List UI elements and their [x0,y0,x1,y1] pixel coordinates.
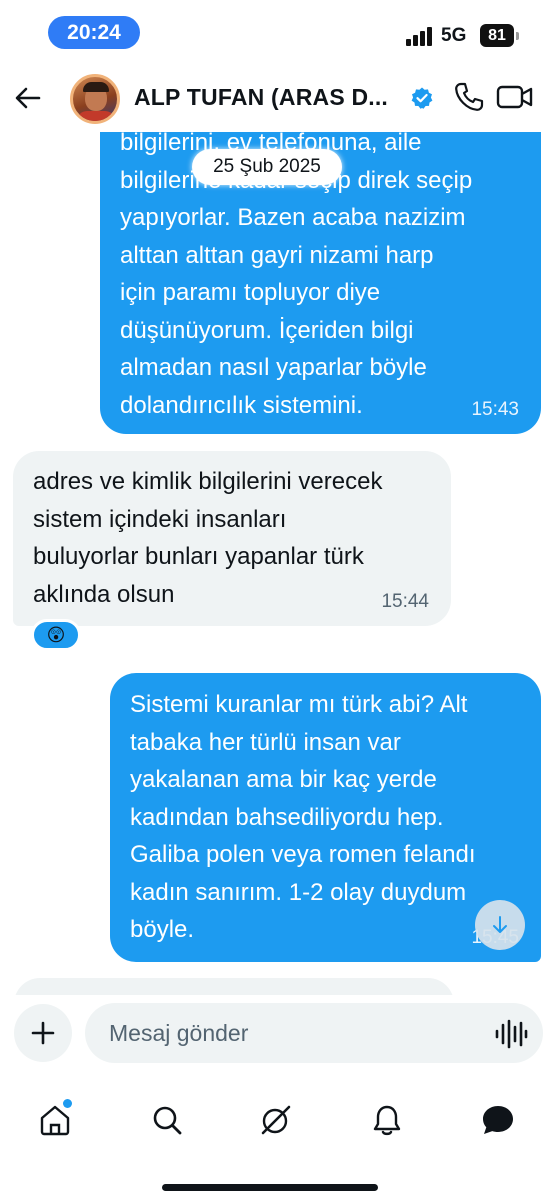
arrow-left-icon [15,87,41,109]
message-line: böyle. [130,916,195,943]
verified-badge-icon [411,87,433,109]
video-call-button[interactable] [496,80,534,114]
voice-call-button[interactable] [452,80,486,114]
message-line: sistem içindeki insanları [33,505,287,533]
message-input[interactable] [85,1003,543,1063]
message-line: için paramı topluyor diye [120,279,381,306]
message-line: tabaka her türlü insan var [130,728,401,756]
unread-indicator [63,1099,72,1108]
message-line: almadan nasıl yaparlar böyle [120,354,427,381]
message-line: dolandırıcılık sistemini. [120,391,363,419]
video-camera-icon [496,85,533,109]
message-line: yapıyorlar. Bazen acaba nazizim [120,204,466,231]
message-composer [0,995,555,1080]
bell-icon [373,1105,401,1136]
nav-notifications[interactable] [359,1095,415,1145]
audio-waveform-icon [495,1019,528,1049]
arrow-down-icon [493,916,507,933]
scroll-to-bottom-button[interactable] [475,900,525,950]
plus-icon [31,1021,55,1045]
message-line: düşünüyorum. İçeriden bilgi [120,316,414,344]
contact-avatar[interactable] [70,74,120,124]
message-bubble-incoming[interactable] [14,978,454,995]
home-icon [40,1105,70,1136]
message-line: Sistemi kuranlar mı türk abi? Alt [130,691,468,718]
message-line: yakalanan ama bir kaç yerde [130,766,437,793]
nav-grok[interactable] [248,1095,304,1145]
message-line: kadın sanırım. 1-2 olay duydum [130,878,467,906]
message-line: Galiba polen veya romen felandı [130,841,476,868]
contact-name[interactable]: ALP TUFAN (ARAS D... [134,84,388,111]
message-line: kadından bahsediliyordu hep. [130,803,444,831]
chat-header: ALP TUFAN (ARAS D... [0,64,555,132]
search-icon [153,1106,182,1135]
message-line: buluyorlar bunları yapanlar türk [33,543,364,570]
add-attachment-button[interactable] [14,1004,72,1062]
reaction-badge[interactable]: 😲 [31,619,81,651]
date-separator: 25 Şub 2025 [192,149,342,185]
back-button[interactable] [10,80,46,116]
message-bubble-icon [483,1106,513,1134]
astonished-emoji: 😲 [46,625,66,645]
message-line: alttan alttan gayri nizami harp [120,241,434,269]
nav-home[interactable] [27,1095,83,1145]
voice-message-button[interactable] [494,1019,528,1049]
nav-messages[interactable] [470,1095,526,1145]
phone-icon [455,82,484,111]
message-bubble-incoming[interactable]: adres ve kimlik bilgilerini verecek sist… [13,451,451,626]
home-indicator [162,1184,378,1191]
message-timestamp: 15:44 [381,591,429,612]
bottom-navigation [0,1080,555,1200]
message-line: aklında olsun [33,580,175,608]
message-timestamp: 15:43 [471,399,519,420]
message-line: adres ve kimlik bilgilerini verecek [33,468,383,495]
nav-search[interactable] [139,1095,195,1145]
grok-icon [261,1105,291,1135]
message-list[interactable]: bilgilerini, ev telefonuna, aile bilgile… [0,0,555,995]
